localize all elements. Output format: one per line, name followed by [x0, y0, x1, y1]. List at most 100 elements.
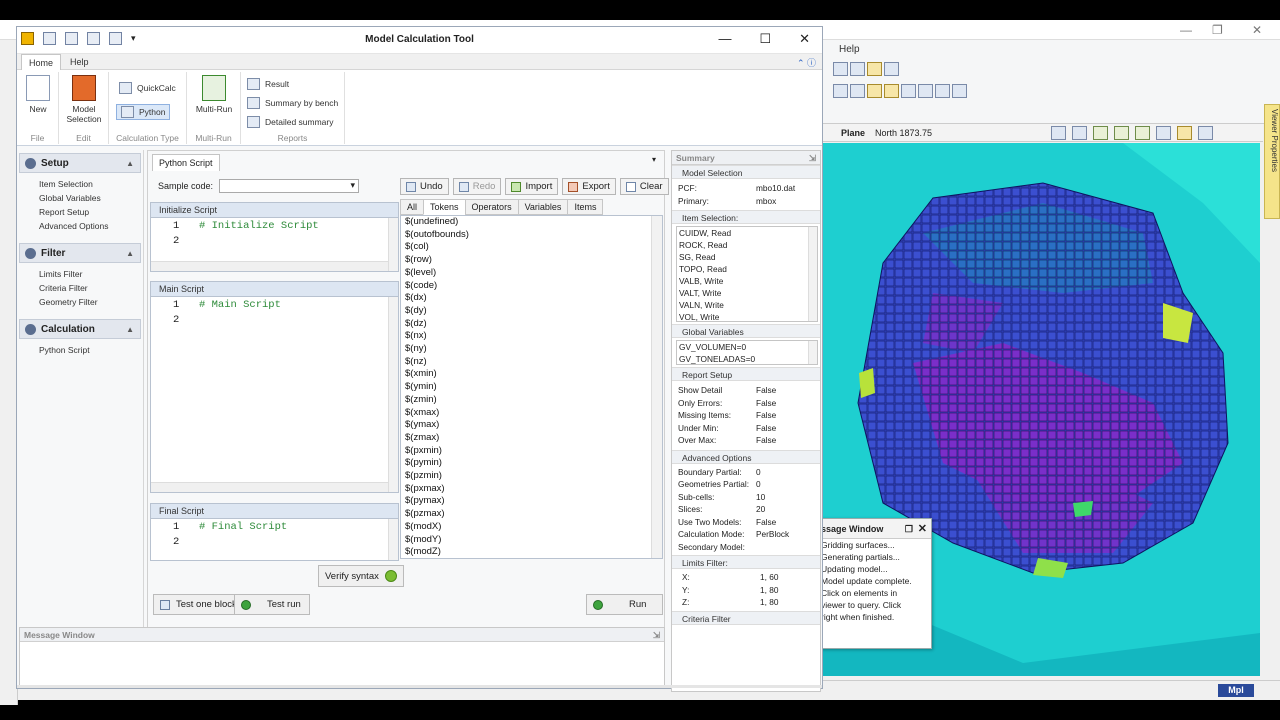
list-item[interactable]: TOPO, Read — [677, 263, 817, 275]
mpl-badge[interactable]: Mpl — [1218, 684, 1254, 697]
verify-syntax-button[interactable]: Verify syntax — [318, 565, 404, 587]
nav-item-limits-filter[interactable]: Limits Filter — [19, 267, 143, 281]
tool-icon-1[interactable] — [833, 84, 848, 98]
panel-menu-icon[interactable]: ▾ — [652, 155, 656, 164]
bg-help-tab[interactable]: Help — [839, 44, 860, 55]
grid-yellow-icon[interactable] — [867, 62, 882, 76]
tab-python-script[interactable]: Python Script — [152, 154, 220, 171]
bg-minimize-icon[interactable]: — — [1180, 23, 1192, 37]
token-item[interactable]: $(dy) — [401, 305, 662, 318]
nav-item-report-setup[interactable]: Report Setup — [19, 205, 143, 219]
nav-header-setup[interactable]: Setup ▲ — [19, 153, 141, 173]
viewer-properties-tab[interactable]: Viewer Properties — [1264, 104, 1280, 219]
tab-items[interactable]: Items — [567, 199, 604, 215]
export-button[interactable]: Export — [562, 178, 616, 195]
token-item[interactable]: $(pzmin) — [401, 470, 662, 483]
model-selection-button[interactable]: Model Selection — [62, 75, 106, 124]
list-item[interactable]: VALN, Write — [677, 299, 817, 311]
nav-item-global-variables[interactable]: Global Variables — [19, 191, 143, 205]
collapse-icon[interactable]: ▲ — [126, 159, 134, 168]
tab-all[interactable]: All — [400, 199, 425, 215]
token-item[interactable]: $(pxmin) — [401, 445, 662, 458]
python-button[interactable]: Python — [116, 104, 171, 120]
grid-menu-icon[interactable] — [884, 62, 899, 76]
tab-tokens[interactable]: Tokens — [423, 199, 466, 215]
info-icon[interactable]: ⌃ ⓘ — [797, 56, 816, 69]
vertical-scrollbar[interactable] — [808, 341, 817, 364]
token-item[interactable]: $(pzmax) — [401, 508, 662, 521]
collapse-icon[interactable]: ▲ — [126, 325, 134, 334]
main-script-editor[interactable]: Main Script 1 # Main Script 2 — [150, 281, 399, 493]
maximize-icon[interactable]: ☐ — [759, 31, 771, 47]
viewer-icon-4[interactable] — [1114, 126, 1129, 140]
token-item[interactable]: $(modZ) — [401, 546, 662, 558]
token-item[interactable]: $(xmax) — [401, 407, 662, 420]
test-run-button[interactable]: Test run — [234, 594, 310, 615]
final-script-editor[interactable]: Final Script 1 # Final Script 2 — [150, 503, 399, 561]
bg-restore-icon[interactable]: ❐ — [1212, 23, 1223, 37]
item-selection-list[interactable]: CUIDW, Read ROCK, Read SG, Read TOPO, Read V… — [676, 226, 818, 322]
clear-button[interactable]: Clear — [619, 178, 669, 195]
nav-header-filter[interactable]: Filter ▲ — [19, 243, 141, 263]
viewer-icon-1[interactable] — [1051, 126, 1066, 140]
pin-icon[interactable]: ⇲ — [653, 628, 660, 642]
token-item[interactable]: $(level) — [401, 267, 662, 280]
bg-close-icon[interactable]: ✕ — [1252, 23, 1262, 37]
summary-by-bench-button[interactable]: Summary by bench — [247, 97, 338, 109]
test-one-block-button[interactable]: Test one block — [153, 594, 244, 615]
list-item[interactable]: VOL, Write — [677, 311, 817, 323]
token-item[interactable]: $(modX) — [401, 521, 662, 534]
token-item[interactable]: $(dx) — [401, 292, 662, 305]
quickcalc-button[interactable]: QuickCalc — [119, 82, 176, 94]
token-item[interactable]: $(ymax) — [401, 419, 662, 432]
nav-item-advanced-options[interactable]: Advanced Options — [19, 219, 143, 233]
nav-item-item-selection[interactable]: Item Selection — [19, 177, 143, 191]
token-item[interactable]: $(outofbounds) — [401, 229, 662, 242]
token-item[interactable]: $(nz) — [401, 356, 662, 369]
token-item[interactable]: $(pxmax) — [401, 483, 662, 496]
close-icon[interactable]: ✕ — [799, 31, 810, 47]
token-item[interactable]: $(modY) — [401, 534, 662, 547]
close-icon[interactable]: ✕ — [918, 519, 927, 539]
list-item[interactable]: SG, Read — [677, 251, 817, 263]
tool-icon-4[interactable] — [884, 84, 899, 98]
token-item[interactable]: $(undefined) — [401, 216, 662, 229]
token-item[interactable]: $(code) — [401, 280, 662, 293]
new-button[interactable]: New — [21, 75, 55, 114]
vertical-scrollbar[interactable] — [388, 519, 398, 560]
nav-header-calculation[interactable]: Calculation ▲ — [19, 319, 141, 339]
restore-icon[interactable]: ❐ — [905, 519, 913, 539]
list-item[interactable]: VALB, Write — [677, 275, 817, 287]
tab-home[interactable]: Home — [21, 54, 62, 70]
tool-icon-2[interactable] — [850, 84, 865, 98]
viewer-icon-5[interactable] — [1135, 126, 1150, 140]
tool-icon-6[interactable] — [918, 84, 933, 98]
token-item[interactable]: $(dz) — [401, 318, 662, 331]
collapse-icon[interactable]: ▲ — [126, 249, 134, 258]
viewer-icon-7[interactable] — [1177, 126, 1192, 140]
token-item[interactable]: $(pymin) — [401, 457, 662, 470]
token-item[interactable]: $(zmin) — [401, 394, 662, 407]
print-icon[interactable] — [1198, 126, 1213, 140]
list-item[interactable]: GV_TONELADAS=0 — [677, 353, 817, 365]
list-item[interactable]: ROCK, Read — [677, 239, 817, 251]
multirun-button[interactable]: Multi-Run — [191, 75, 237, 114]
viewer-icon-6[interactable] — [1156, 126, 1171, 140]
pin-icon[interactable]: ⇲ — [809, 151, 816, 165]
viewer-icon-2[interactable] — [1072, 126, 1087, 140]
tool-icon-3[interactable] — [867, 84, 882, 98]
run-button[interactable]: Run — [586, 594, 663, 615]
token-list[interactable]: $(undefined) $(outofbounds) $(col) $(row) $(… — [400, 215, 663, 559]
list-item[interactable]: GV_VOLUMEN=0 — [677, 341, 817, 353]
redo-button[interactable]: Redo — [452, 178, 502, 195]
token-item[interactable]: $(row) — [401, 254, 662, 267]
token-item[interactable]: $(zmax) — [401, 432, 662, 445]
vertical-scrollbar[interactable] — [651, 216, 662, 558]
global-variables-list[interactable]: GV_VOLUMEN=0 GV_TONELADAS=0 — [676, 340, 818, 365]
nav-item-python-script[interactable]: Python Script — [19, 343, 143, 357]
tab-variables[interactable]: Variables — [517, 199, 569, 215]
token-item[interactable]: $(ny) — [401, 343, 662, 356]
grid-icon[interactable] — [833, 62, 848, 76]
token-item[interactable]: $(pymax) — [401, 495, 662, 508]
tab-operators[interactable]: Operators — [464, 199, 519, 215]
